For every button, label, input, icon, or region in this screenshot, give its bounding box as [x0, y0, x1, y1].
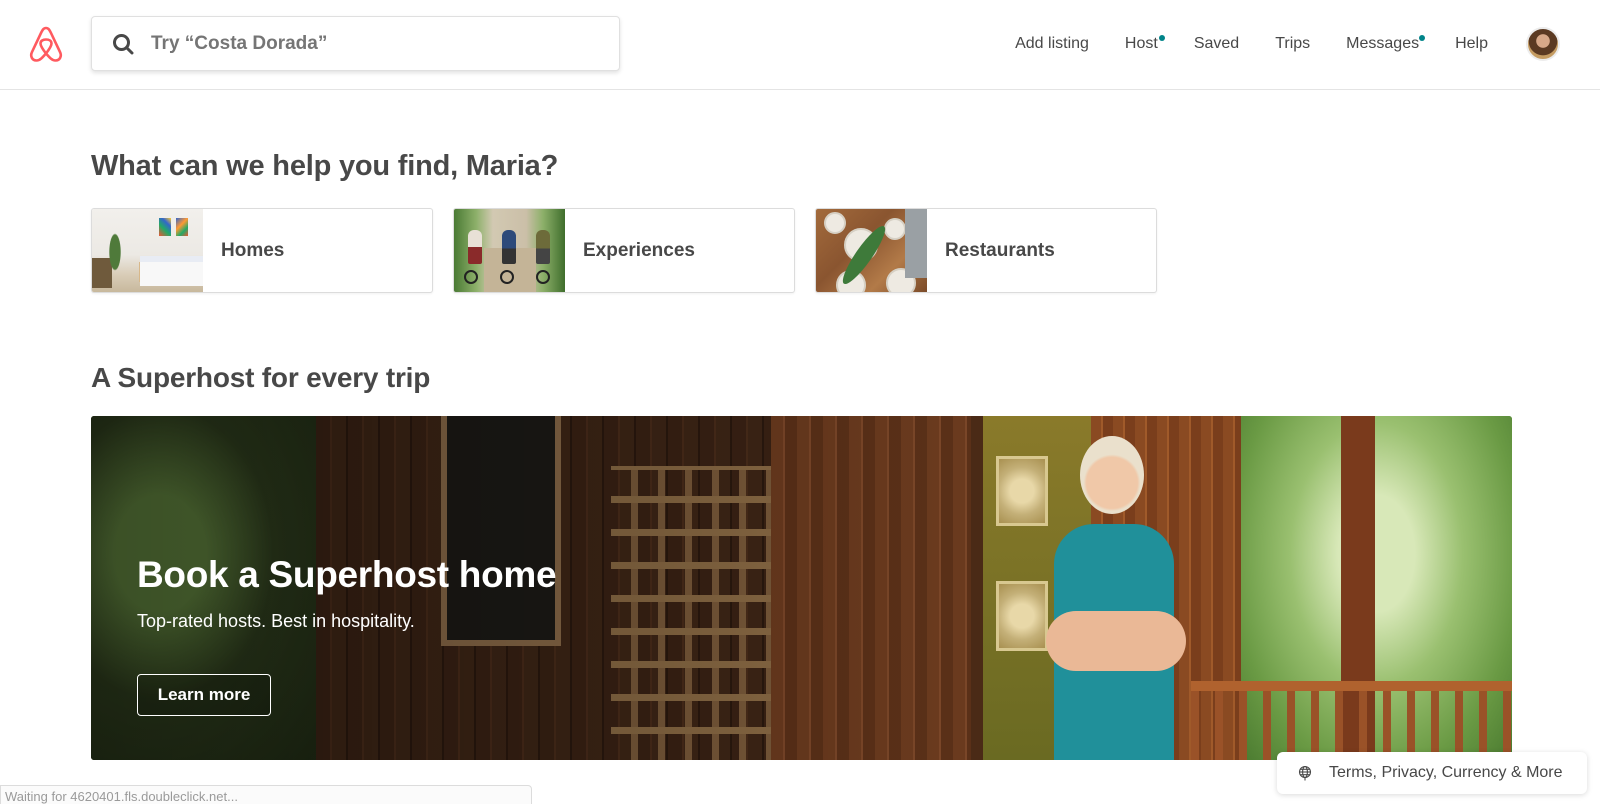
category-cards: Homes Experiences Restaurants	[91, 208, 1157, 293]
globe-icon	[1298, 765, 1312, 781]
nav-saved[interactable]: Saved	[1176, 0, 1257, 88]
nav-label: Saved	[1193, 35, 1240, 52]
nav-trips[interactable]: Trips	[1257, 0, 1328, 88]
superhost-heading: A Superhost for every trip	[91, 362, 431, 393]
footer-links-label: Terms, Privacy, Currency & More	[1329, 764, 1563, 781]
search-bar[interactable]	[91, 16, 620, 71]
homes-thumbnail	[92, 209, 203, 292]
nav-help[interactable]: Help	[1437, 0, 1506, 88]
category-label: Restaurants	[945, 239, 1055, 261]
nav-label: Host	[1124, 35, 1158, 52]
nav-label: Messages	[1346, 35, 1420, 52]
banner-title: Book a Superhost home	[137, 554, 557, 595]
avatar[interactable]	[1526, 27, 1560, 61]
footer-links-button[interactable]: Terms, Privacy, Currency & More	[1277, 752, 1587, 794]
browser-status-bar: Waiting for 4620401.fls.doubleclick.net.…	[0, 785, 532, 804]
search-icon	[113, 33, 134, 54]
learn-more-button[interactable]: Learn more	[137, 674, 271, 716]
restaurants-thumbnail	[816, 209, 927, 292]
nav-label: Help	[1455, 35, 1488, 52]
category-label: Homes	[221, 239, 285, 261]
notification-dot	[1419, 35, 1426, 41]
top-header: Add listing Host Saved Trips Messages He…	[0, 0, 1600, 90]
superhost-banner[interactable]: Book a Superhost home Top-rated hosts. B…	[91, 416, 1512, 760]
top-nav: Add listing Host Saved Trips Messages He…	[997, 0, 1600, 88]
category-label: Experiences	[583, 239, 695, 261]
nav-add-listing[interactable]: Add listing	[997, 0, 1107, 88]
experiences-thumbnail	[454, 209, 565, 292]
banner-subtitle: Top-rated hosts. Best in hospitality.	[137, 611, 415, 631]
category-card-experiences[interactable]: Experiences	[453, 208, 795, 293]
category-card-homes[interactable]: Homes	[91, 208, 433, 293]
nav-host[interactable]: Host	[1107, 0, 1176, 88]
search-input[interactable]	[151, 32, 591, 55]
nav-label: Trips	[1275, 35, 1311, 52]
nav-label: Add listing	[1015, 35, 1089, 52]
greeting-heading: What can we help you find, Maria?	[91, 150, 559, 182]
notification-dot	[1158, 35, 1165, 41]
airbnb-logo-icon[interactable]	[28, 25, 64, 63]
category-card-restaurants[interactable]: Restaurants	[815, 208, 1157, 293]
nav-messages[interactable]: Messages	[1328, 0, 1437, 88]
profile-menu[interactable]	[1506, 0, 1600, 88]
